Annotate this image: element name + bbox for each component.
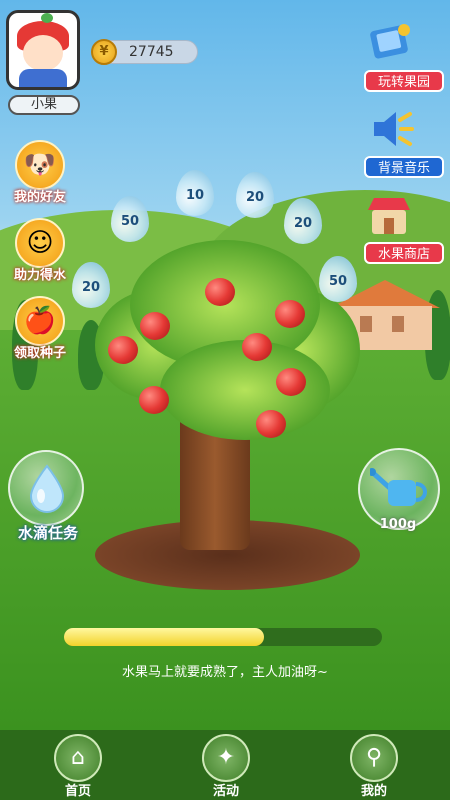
apple — [108, 336, 138, 364]
help-water-label: 助力得水 — [13, 268, 66, 283]
background-music-label: 背景音乐 — [364, 156, 444, 178]
apple — [242, 333, 272, 361]
get-seeds-label: 领取种子 — [13, 346, 66, 361]
water-drop[interactable]: 50 — [319, 256, 357, 302]
fruit-shop-label: 水果商店 — [364, 242, 444, 264]
get-seeds-button[interactable]: 🍎 领取种子 — [5, 296, 75, 361]
water-drop-amount: 10 — [185, 188, 205, 203]
watering-amount: 100g — [379, 517, 417, 532]
coin-balance: ¥ 27745 — [91, 39, 198, 65]
fruit-shop-button[interactable]: 水果商店 — [364, 194, 444, 264]
water-drop[interactable]: 20 — [236, 172, 274, 218]
water-drop-amount: 50 — [328, 274, 348, 289]
apple — [205, 278, 235, 306]
growth-progress-bar — [64, 628, 382, 646]
my-friends-label: 我的好友 — [13, 190, 66, 205]
water-drop[interactable]: 20 — [284, 198, 322, 244]
help-water-button[interactable]: ☺ 助力得水 — [5, 218, 75, 283]
water-drop-amount: 20 — [81, 280, 101, 295]
coin-icon: ¥ — [91, 39, 117, 65]
party-icon: ✦ — [202, 734, 250, 782]
water-drop-amount: 50 — [120, 214, 140, 229]
growth-progress-fill — [64, 628, 265, 646]
user-icon: ⚲ — [350, 734, 398, 782]
water-drop-amount: 20 — [245, 190, 265, 205]
nav-mine-label: 我的 — [360, 784, 387, 799]
play-orchard-label: 玩转果园 — [364, 70, 444, 92]
speaker-icon — [374, 112, 414, 146]
water-drop[interactable]: 50 — [111, 196, 149, 242]
play-orchard-button[interactable]: 玩转果园 — [364, 22, 444, 92]
profile-name: 小果 — [8, 95, 80, 115]
coin-value: 27745 — [129, 44, 174, 60]
nav-home-label: 首页 — [64, 784, 91, 799]
apple — [276, 368, 306, 396]
apple — [139, 386, 169, 414]
water-drop-icon — [29, 464, 65, 513]
apple — [275, 300, 305, 328]
home-icon: ⌂ — [54, 734, 102, 782]
water-drop[interactable]: 20 — [72, 262, 110, 308]
water-drop-amount: 20 — [293, 216, 313, 231]
watering-can-icon — [370, 468, 427, 506]
water-task-button[interactable] — [8, 450, 84, 526]
nav-activity[interactable]: ✦ 活动 — [196, 734, 256, 799]
water-task-label: 水滴任务 — [17, 524, 78, 542]
friends-icon: 🐶 — [15, 140, 65, 190]
apple — [140, 312, 170, 340]
nav-mine[interactable]: ⚲ 我的 — [344, 734, 404, 799]
nav-home[interactable]: ⌂ 首页 — [48, 734, 108, 799]
avatar[interactable] — [6, 10, 80, 90]
shop-icon — [368, 198, 410, 234]
background-music-button[interactable]: 背景音乐 — [364, 108, 444, 178]
orchard-book-icon — [370, 24, 410, 59]
apple-seed-icon: 🍎 — [15, 296, 65, 346]
apple — [256, 410, 286, 438]
my-friends-button[interactable]: 🐶 我的好友 — [5, 140, 75, 205]
nav-activity-label: 活动 — [212, 784, 239, 799]
bottom-nav: ⌂ 首页 ✦ 活动 ⚲ 我的 — [0, 730, 450, 800]
smiley-icon: ☺ — [15, 218, 65, 268]
growth-progress-text: 水果马上就要成熟了，主人加油呀~ — [122, 665, 328, 680]
water-drop[interactable]: 10 — [176, 170, 214, 216]
